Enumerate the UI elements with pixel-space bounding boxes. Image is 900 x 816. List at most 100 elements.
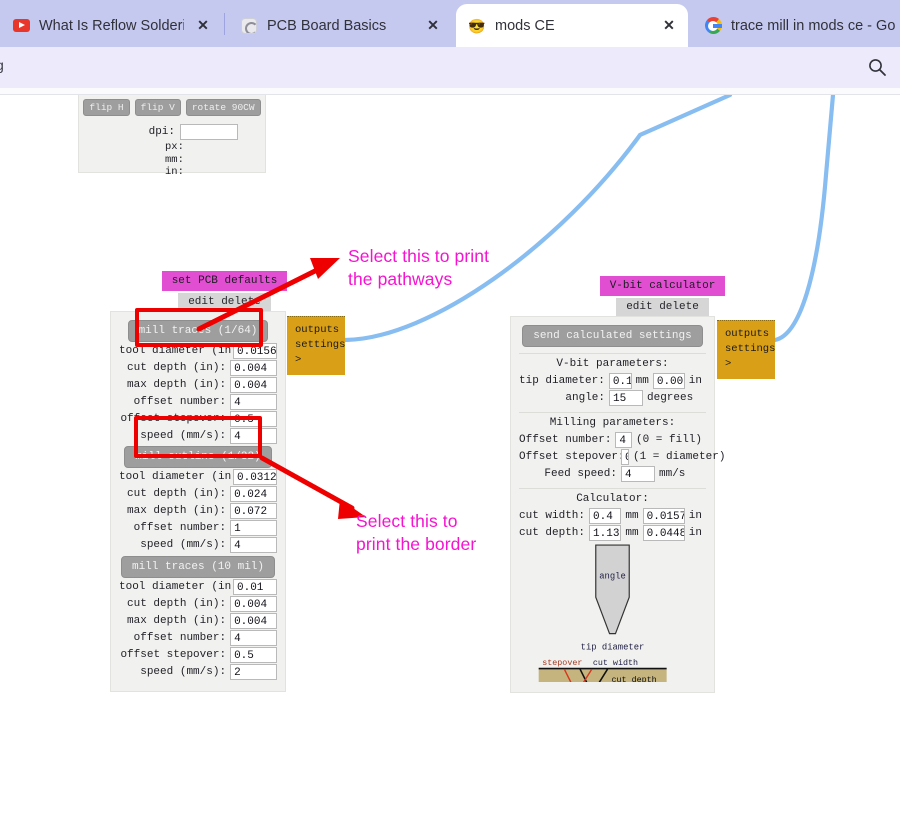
cut-depth-input[interactable]: 0.004 [230, 596, 277, 612]
mods-ce-canvas: flip H flip V rotate 90CW dpi: px: mm: i… [0, 95, 900, 816]
milling-parameters-heading: Milling parameters: [549, 417, 676, 429]
browser-toolbar: g [0, 47, 900, 88]
offset-stepover-input[interactable]: 0.5 [230, 411, 277, 427]
cut-depth-mm-output: 1.139 [589, 525, 622, 541]
browser-chrome: What Is Reflow Soldering ✕ PCB Board Bas… [0, 0, 900, 95]
field-label: cut depth (in): [127, 362, 227, 374]
vbit-module-io-box[interactable]: outputs settings > [717, 320, 775, 379]
field-label: cut depth (in): [127, 488, 227, 500]
toolbar-bottom-edge [0, 88, 900, 95]
max-depth-input[interactable]: 0.004 [230, 613, 277, 629]
px-readout: px: [165, 141, 184, 153]
offset-stepover-input[interactable]: 0.2 [621, 449, 629, 465]
angle-label: angle: [565, 392, 605, 404]
annotation-text-pathways: Select this to print the pathways [348, 246, 490, 289]
annotation-text-border: Select this to print the border [356, 511, 477, 554]
tool-diameter-input[interactable]: 0.0312 [233, 469, 277, 485]
google-icon [704, 17, 722, 35]
rotate-90cw-button[interactable]: rotate 90CW [185, 99, 261, 116]
send-calculated-settings-button[interactable]: send calculated settings [522, 325, 703, 347]
outputs-label: outputs [295, 324, 340, 336]
field-label: tool diameter (in): [119, 471, 245, 483]
browser-tab-3[interactable]: trace mill in mods ce - Go [692, 4, 900, 47]
field-label: speed (mm/s): [140, 430, 227, 442]
tab-close-button[interactable]: ✕ [660, 17, 678, 35]
omnibox-text[interactable]: g [0, 57, 4, 73]
feed-speed-input[interactable]: 4 [621, 466, 655, 482]
field-label: max depth (in): [127, 505, 227, 517]
tab-title: What Is Reflow Soldering [39, 17, 184, 34]
speed-input[interactable]: 4 [230, 428, 277, 444]
offset-number-input[interactable]: 4 [230, 630, 277, 646]
mm-readout: mm: [165, 153, 184, 166]
flip-v-button[interactable]: flip V [134, 99, 181, 116]
set-pcb-defaults-body: mill traces (1/64) tool diameter (in): 0.… [110, 311, 286, 692]
offset-number-input[interactable]: 1 [230, 520, 277, 536]
offset-stepover-note: (1 = diameter) [633, 451, 726, 463]
flip-h-button[interactable]: flip H [83, 99, 130, 116]
tab-title: trace mill in mods ce - Go [731, 17, 896, 34]
cut-width-in-output: 0.0157480 [642, 508, 685, 524]
offset-number-input[interactable]: 4 [615, 432, 632, 448]
divider [519, 412, 706, 413]
angle-input[interactable]: 15 [609, 390, 643, 406]
mill-traces-1-64-button[interactable]: mill traces (1/64) [127, 320, 269, 342]
tab-title: mods CE [495, 17, 555, 34]
field-label: offset number: [133, 632, 227, 644]
dpi-input[interactable] [180, 124, 238, 140]
settings-link[interactable]: settings > [295, 338, 345, 368]
field-label: max depth (in): [127, 379, 227, 391]
cut-depth-in-output: 0.0448560 [642, 525, 685, 541]
in-readout: in: [165, 166, 184, 178]
field-label: tool diameter (in): [119, 345, 245, 357]
browser-tab-1[interactable]: PCB Board Basics ✕ [228, 4, 452, 47]
tool-diameter-input[interactable]: 0.0156 [233, 343, 277, 359]
module-title-set-pcb-defaults: set PCB defaults [161, 271, 288, 291]
cut-depth-input[interactable]: 0.024 [230, 486, 277, 502]
field-label: offset stepover: [120, 649, 227, 661]
tip-diameter-diagram-label: tip diameter [581, 642, 645, 652]
field-label: max depth (in): [127, 615, 227, 627]
youtube-icon [12, 17, 30, 35]
tab-close-button[interactable]: ✕ [194, 17, 212, 35]
offset-number-input[interactable]: 4 [230, 394, 277, 410]
field-label: offset stepover: [120, 413, 227, 425]
cut-depth-input[interactable]: 0.004 [230, 360, 277, 376]
speed-input[interactable]: 2 [230, 664, 277, 680]
edit-delete-controls[interactable]: edit delete [178, 293, 271, 311]
max-depth-input[interactable]: 0.072 [230, 503, 277, 519]
speed-input[interactable]: 4 [230, 537, 277, 553]
sunglasses-emoji-icon: 😎 [468, 17, 486, 34]
feed-speed-unit-label: mm/s [659, 468, 686, 480]
edit-delete-controls[interactable]: edit delete [616, 298, 709, 316]
browser-tab-0[interactable]: What Is Reflow Soldering ✕ [0, 4, 222, 47]
settings-link[interactable]: settings > [725, 342, 775, 372]
mill-outline-1-32-button[interactable]: mill outline (1/32) [124, 446, 272, 468]
cut-width-label: cut width: [519, 510, 586, 522]
divider [519, 488, 706, 489]
set-pcb-defaults-module: set PCB defaults edit delete mill traces… [110, 270, 312, 692]
magnifier-icon[interactable] [867, 57, 887, 77]
mm-unit-label: mm [625, 510, 639, 522]
offset-number-label: Offset number: [519, 434, 612, 446]
offset-stepover-label: Offset stepover: [519, 451, 625, 463]
offset-stepover-input[interactable]: 0.5 [230, 647, 277, 663]
cut-width-mm-output: 0.4 [589, 508, 622, 524]
tip-diameter-mm-input[interactable]: 0.1 [608, 373, 632, 389]
divider [519, 353, 706, 354]
feed-speed-label: Feed speed: [544, 468, 617, 480]
tool-diameter-input[interactable]: 0.01 [233, 579, 277, 595]
max-depth-input[interactable]: 0.004 [230, 377, 277, 393]
mill-traces-10-mil-button[interactable]: mill traces (10 mil) [120, 556, 276, 578]
image-module-panel: flip H flip V rotate 90CW dpi: px: mm: i… [78, 95, 266, 178]
spiral-icon [240, 17, 258, 35]
vbit-geometry-diagram: angle tip diameter stepover cut width cu… [538, 544, 667, 682]
pcb-module-io-box[interactable]: outputs settings > [287, 316, 345, 375]
tab-close-button[interactable]: ✕ [424, 17, 442, 35]
field-label: speed (mm/s): [140, 666, 227, 678]
field-label: offset number: [133, 522, 227, 534]
browser-tabstrip: What Is Reflow Soldering ✕ PCB Board Bas… [0, 0, 900, 47]
browser-tab-2-active[interactable]: 😎 mods CE ✕ [456, 4, 688, 47]
offset-number-note: (0 = fill) [635, 434, 702, 446]
in-unit-label: in [688, 527, 702, 539]
